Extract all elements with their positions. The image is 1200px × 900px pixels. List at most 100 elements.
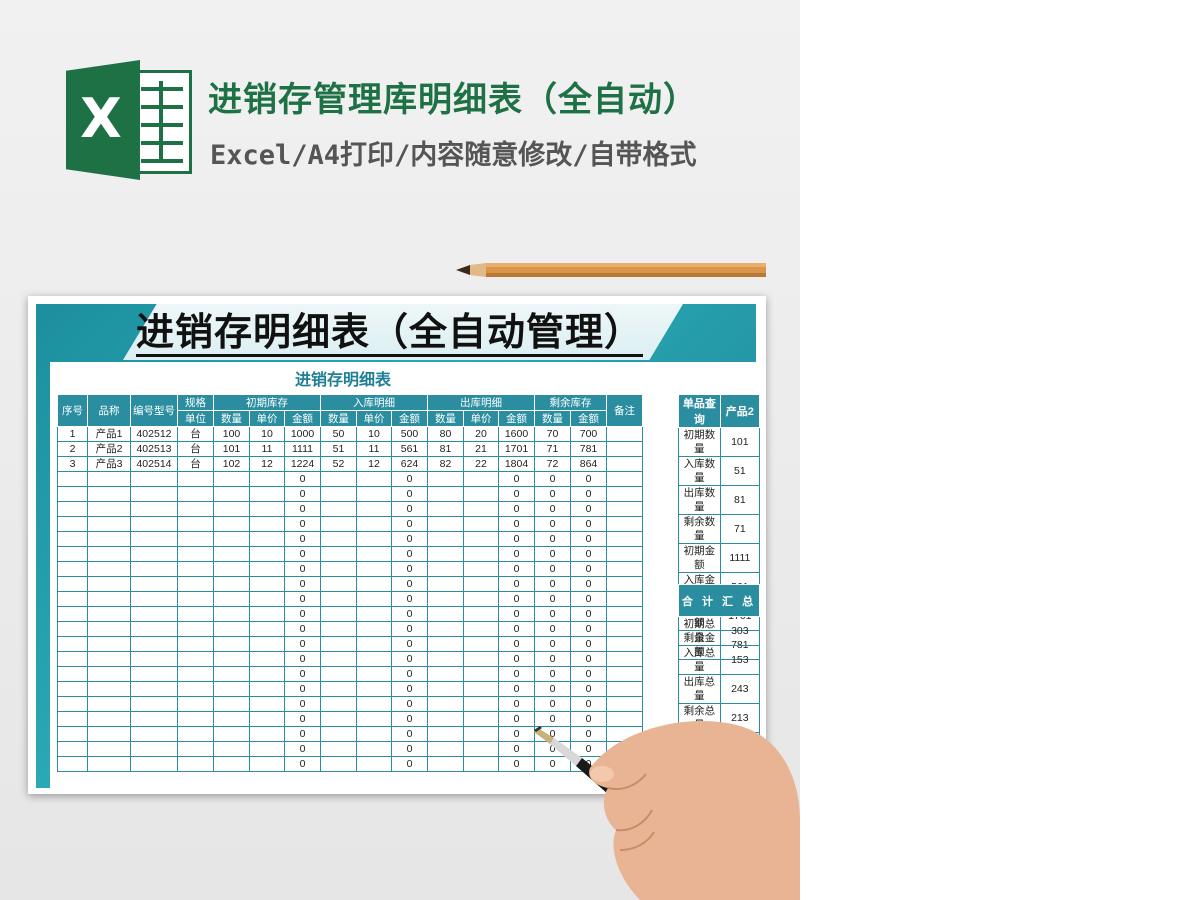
table-cell[interactable]: [213, 516, 250, 532]
table-cell[interactable]: 51: [320, 441, 357, 457]
table-cell[interactable]: [87, 531, 131, 547]
table-cell[interactable]: [177, 726, 214, 742]
table-cell[interactable]: 0: [284, 621, 321, 637]
table-cell[interactable]: 781: [570, 441, 607, 457]
table-cell[interactable]: [427, 636, 464, 652]
table-cell[interactable]: [606, 576, 643, 592]
table-cell[interactable]: 0: [498, 501, 535, 517]
table-cell[interactable]: 0: [498, 576, 535, 592]
table-cell[interactable]: [57, 591, 88, 607]
table-cell[interactable]: [427, 756, 464, 772]
table-cell[interactable]: 0: [284, 546, 321, 562]
table-cell[interactable]: [87, 711, 131, 727]
table-cell[interactable]: [463, 531, 499, 547]
table-cell[interactable]: 0: [391, 651, 428, 667]
table-cell[interactable]: [356, 486, 392, 502]
table-cell[interactable]: [177, 591, 214, 607]
table-cell[interactable]: 0: [534, 591, 571, 607]
table-cell[interactable]: [130, 576, 178, 592]
table-cell[interactable]: [356, 636, 392, 652]
table-cell[interactable]: 0: [284, 711, 321, 727]
table-cell[interactable]: [427, 666, 464, 682]
table-cell[interactable]: [427, 651, 464, 667]
table-cell[interactable]: [249, 606, 285, 622]
table-cell[interactable]: 81: [427, 441, 464, 457]
table-cell[interactable]: [177, 561, 214, 577]
table-cell[interactable]: 0: [391, 576, 428, 592]
table-cell[interactable]: [177, 741, 214, 757]
table-cell[interactable]: 0: [534, 681, 571, 697]
table-cell[interactable]: [320, 741, 357, 757]
table-cell[interactable]: [606, 621, 643, 637]
table-cell[interactable]: [427, 531, 464, 547]
table-cell[interactable]: 0: [570, 681, 607, 697]
table-cell[interactable]: [177, 696, 214, 712]
table-cell[interactable]: [87, 576, 131, 592]
table-cell[interactable]: [249, 711, 285, 727]
table-cell[interactable]: [57, 621, 88, 637]
table-cell[interactable]: [130, 756, 178, 772]
table-cell[interactable]: 0: [570, 516, 607, 532]
table-cell[interactable]: [320, 561, 357, 577]
table-cell[interactable]: [320, 591, 357, 607]
table-cell[interactable]: 0: [570, 501, 607, 517]
table-cell[interactable]: [57, 486, 88, 502]
table-cell[interactable]: [57, 576, 88, 592]
table-cell[interactable]: [249, 546, 285, 562]
table-cell[interactable]: [87, 741, 131, 757]
table-cell[interactable]: 0: [284, 531, 321, 547]
table-cell[interactable]: [213, 726, 250, 742]
table-cell[interactable]: 0: [391, 696, 428, 712]
table-cell[interactable]: 0: [570, 486, 607, 502]
table-cell[interactable]: 0: [391, 636, 428, 652]
table-cell[interactable]: 0: [391, 726, 428, 742]
table-cell[interactable]: 50: [320, 426, 357, 442]
table-cell[interactable]: [427, 591, 464, 607]
table-cell[interactable]: [177, 486, 214, 502]
table-cell[interactable]: 71: [534, 441, 571, 457]
table-cell[interactable]: [427, 561, 464, 577]
table-cell[interactable]: [213, 621, 250, 637]
table-cell[interactable]: [177, 501, 214, 517]
table-cell[interactable]: [356, 531, 392, 547]
table-cell[interactable]: [213, 636, 250, 652]
table-cell[interactable]: [463, 621, 499, 637]
table-cell[interactable]: [356, 741, 392, 757]
table-cell[interactable]: [463, 546, 499, 562]
table-cell[interactable]: 产品2: [87, 441, 131, 457]
table-cell[interactable]: 0: [498, 681, 535, 697]
table-cell[interactable]: [320, 546, 357, 562]
table-cell[interactable]: 0: [498, 621, 535, 637]
table-cell[interactable]: 500: [391, 426, 428, 442]
table-cell[interactable]: 0: [391, 561, 428, 577]
table-cell[interactable]: [249, 666, 285, 682]
table-cell[interactable]: 0: [498, 486, 535, 502]
table-cell[interactable]: [606, 666, 643, 682]
table-cell[interactable]: [130, 666, 178, 682]
table-cell[interactable]: 0: [284, 561, 321, 577]
table-cell[interactable]: [356, 516, 392, 532]
table-cell[interactable]: 0: [284, 741, 321, 757]
table-cell[interactable]: [463, 741, 499, 757]
table-cell[interactable]: [427, 576, 464, 592]
table-cell[interactable]: [130, 546, 178, 562]
table-cell[interactable]: [427, 471, 464, 487]
table-cell[interactable]: 0: [284, 756, 321, 772]
table-cell[interactable]: [463, 606, 499, 622]
table-cell[interactable]: [356, 471, 392, 487]
table-cell[interactable]: [177, 681, 214, 697]
table-cell[interactable]: 0: [534, 666, 571, 682]
table-cell[interactable]: [57, 711, 88, 727]
table-cell[interactable]: 1111: [284, 441, 321, 457]
table-cell[interactable]: [249, 501, 285, 517]
table-cell[interactable]: [177, 756, 214, 772]
table-cell[interactable]: [130, 621, 178, 637]
table-cell[interactable]: [87, 516, 131, 532]
table-cell[interactable]: [356, 561, 392, 577]
table-cell[interactable]: [177, 621, 214, 637]
table-cell[interactable]: [130, 636, 178, 652]
table-cell[interactable]: [427, 681, 464, 697]
table-cell[interactable]: 0: [534, 576, 571, 592]
table-cell[interactable]: 10: [356, 426, 392, 442]
table-cell[interactable]: 0: [391, 621, 428, 637]
